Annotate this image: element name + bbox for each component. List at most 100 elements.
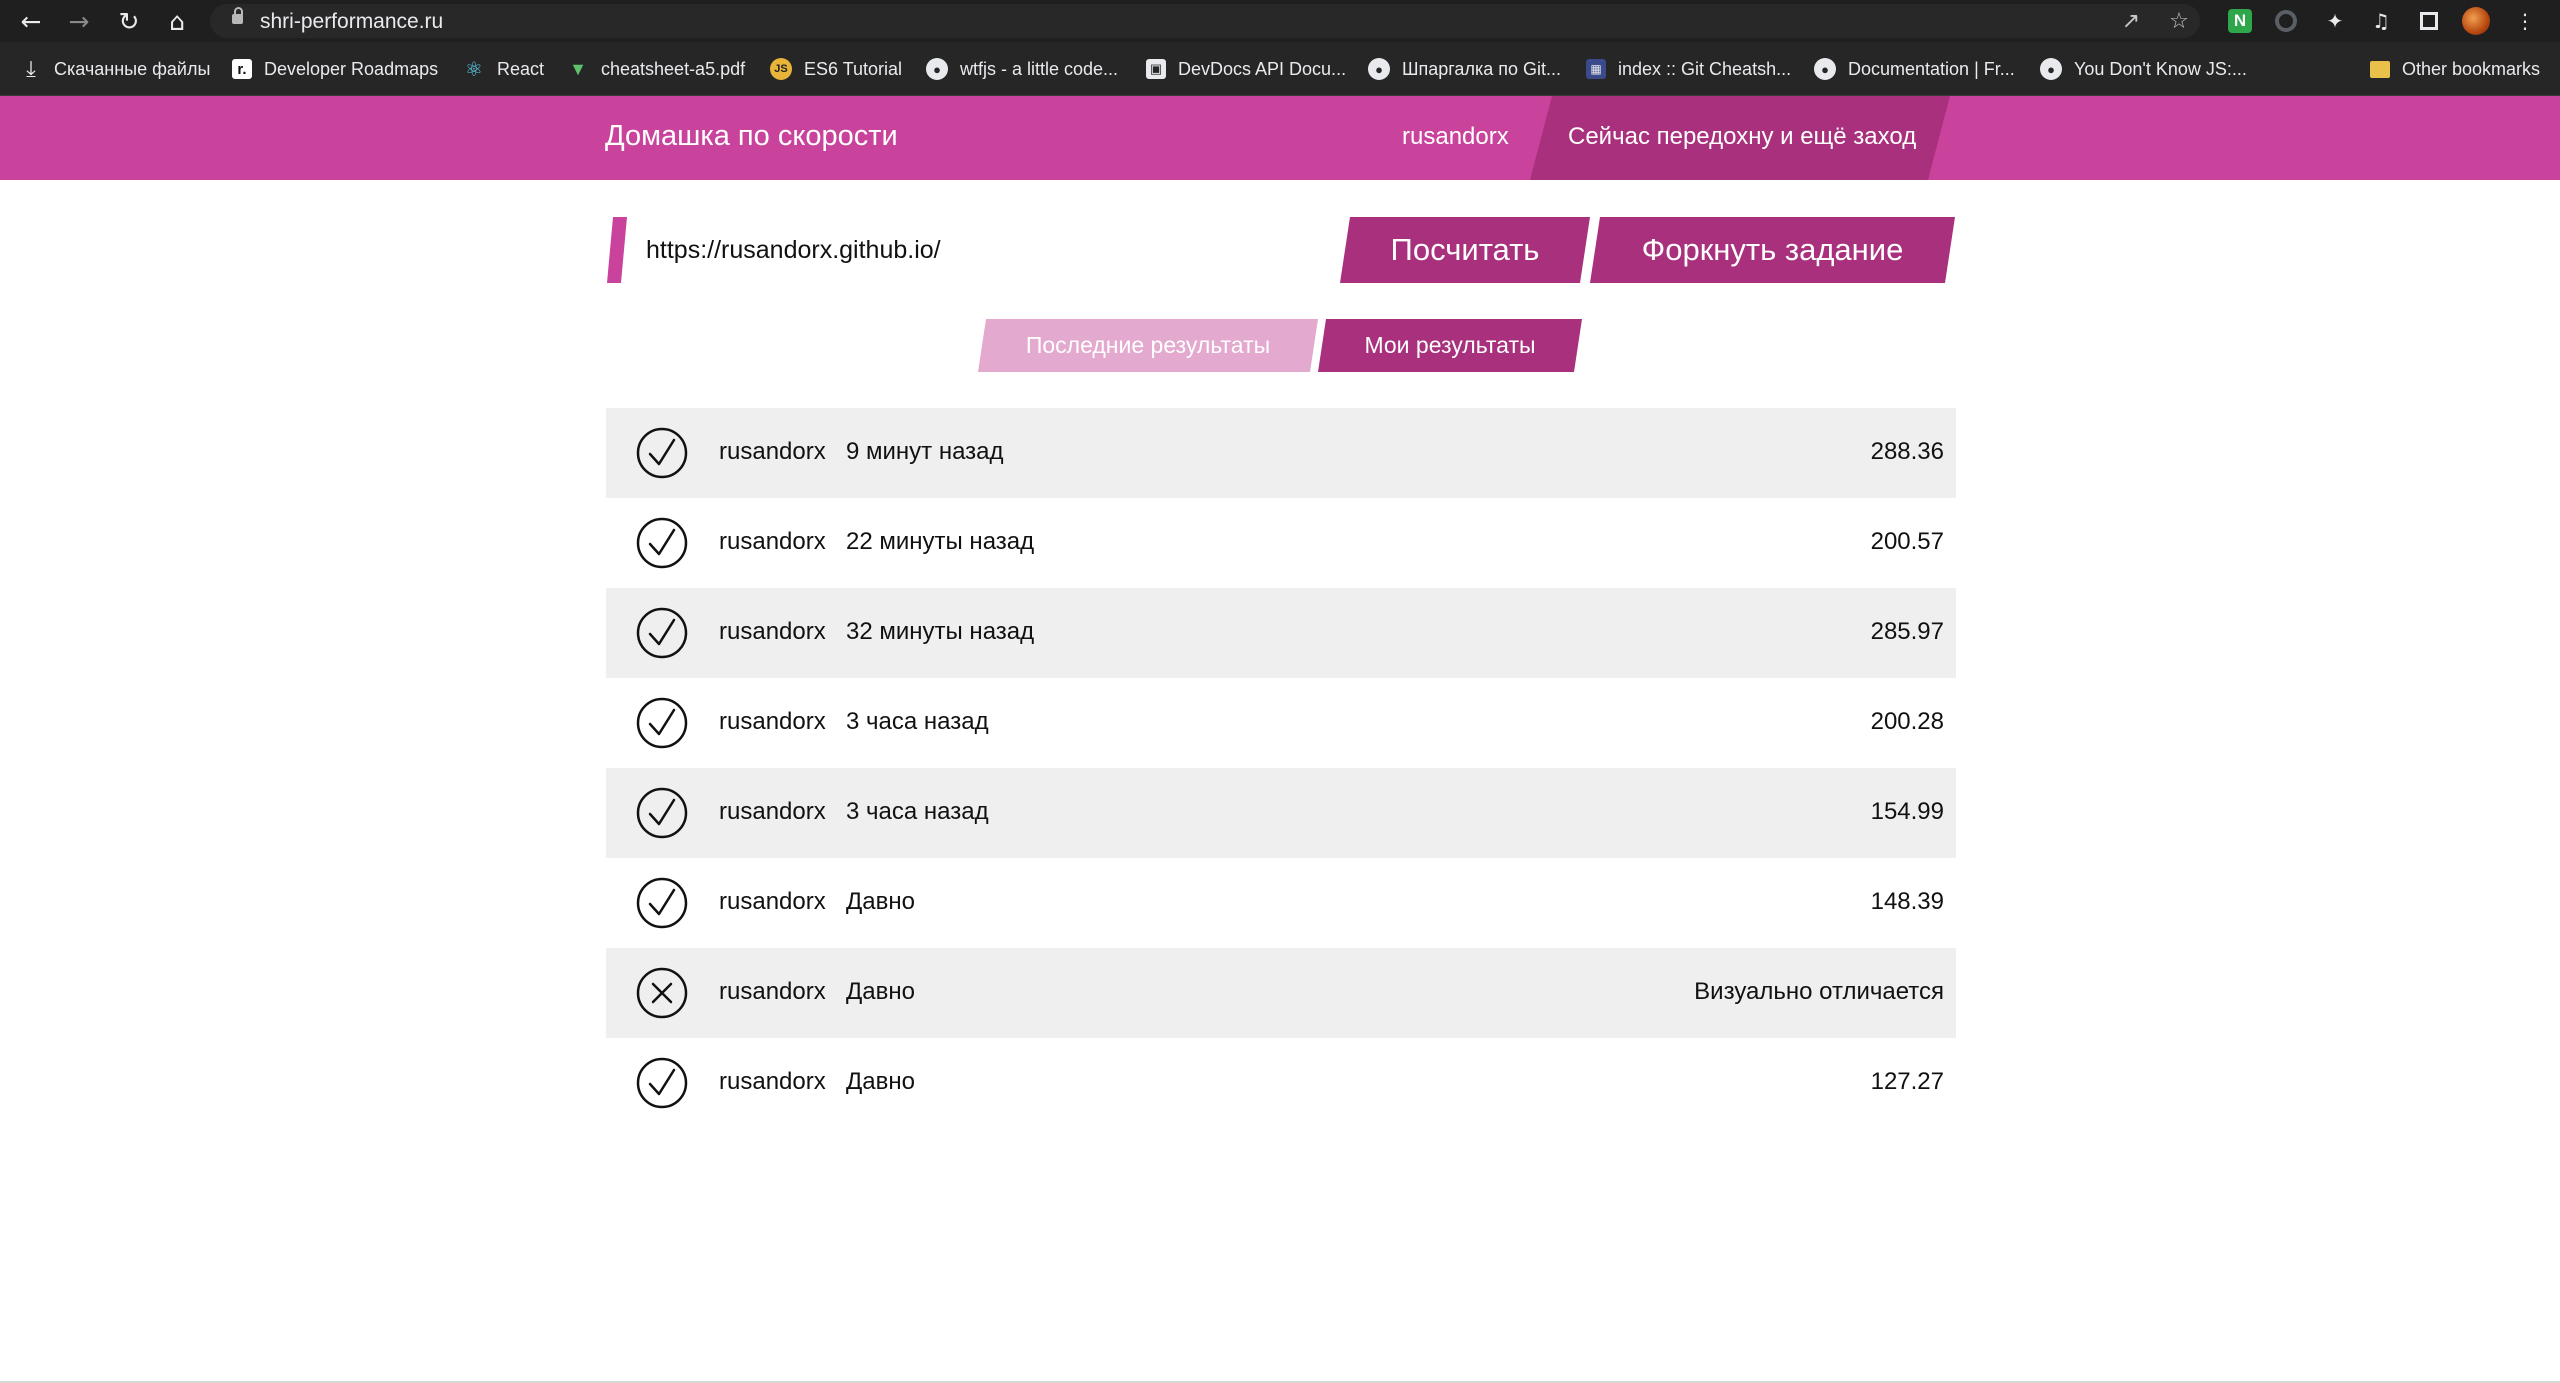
check-circle-icon — [636, 1057, 688, 1109]
result-row: rusandorx 3 часа назад 154.99 — [606, 768, 1956, 858]
globe-icon: ● — [926, 58, 948, 80]
bookmark-label: index :: Git Cheatsh... — [1618, 58, 1792, 79]
share-icon[interactable]: ↗ — [2114, 4, 2148, 38]
result-score: 200.57 — [1870, 528, 1944, 555]
result-user: rusandorx — [719, 1068, 826, 1095]
menu-dots-icon[interactable]: ⋮ — [2510, 6, 2540, 36]
result-row: rusandorx Давно Визуально отличается — [606, 948, 1956, 1038]
result-row: rusandorx 22 минуты назад 200.57 — [606, 498, 1956, 588]
side-panel-icon[interactable] — [2420, 12, 2438, 30]
result-time: Давно — [846, 978, 915, 1005]
repo-url-input[interactable] — [646, 230, 1296, 270]
download-icon: ⤓ — [26, 56, 36, 81]
calculate-button[interactable]: Посчитать — [1340, 217, 1590, 283]
react-icon: ⚛ — [465, 58, 483, 81]
site-title[interactable]: Домашка по скорости — [605, 120, 898, 153]
result-time: 3 часа назад — [846, 798, 989, 825]
bookmark-cheatsheet[interactable]: ▼ cheatsheet-a5.pdf — [567, 42, 745, 96]
folder-icon — [2370, 60, 2390, 78]
media-control-icon[interactable]: ♫ — [2366, 6, 2396, 36]
bookmark-label: Developer Roadmaps — [264, 58, 439, 79]
result-user: rusandorx — [719, 528, 826, 555]
globe-icon: ● — [1368, 58, 1390, 80]
result-score: 148.39 — [1870, 888, 1944, 915]
result-time: 3 часа назад — [846, 708, 989, 735]
result-score: Визуально отличается — [1694, 978, 1944, 1005]
result-time: 32 минуты назад — [846, 618, 1035, 645]
result-user: rusandorx — [719, 438, 826, 465]
back-icon[interactable]: ← — [14, 4, 48, 38]
bookmark-label: React — [497, 58, 545, 79]
devdocs-icon: ▣ — [1146, 59, 1166, 79]
check-circle-icon — [636, 697, 688, 749]
result-user: rusandorx — [719, 798, 826, 825]
result-user: rusandorx — [719, 618, 826, 645]
result-score: 200.28 — [1870, 708, 1944, 735]
extensions-puzzle-icon[interactable]: ✦ — [2320, 6, 2350, 36]
bookmark-es6-tutorial[interactable]: JS ES6 Tutorial — [770, 42, 902, 96]
check-circle-icon — [636, 877, 688, 929]
bookmark-ydkjs[interactable]: ● You Don't Know JS:... — [2040, 42, 2247, 96]
result-time: 9 минут назад — [846, 438, 1004, 465]
address-bar[interactable]: shri-performance.ru ↗ ☆ — [210, 4, 2200, 38]
result-row: rusandorx Давно 127.27 — [606, 1038, 1956, 1128]
result-user: rusandorx — [719, 978, 826, 1005]
browser-toolbar: ← → ↻ ⌂ shri-performance.ru ↗ ☆ N ✦ ♫ ⋮ — [0, 0, 2560, 42]
other-bookmarks[interactable]: Other bookmarks — [2370, 42, 2540, 96]
bookmark-developer-roadmaps[interactable]: r. Developer Roadmaps — [232, 42, 438, 96]
result-time: 22 минуты назад — [846, 528, 1035, 555]
bookmarks-bar: ⤓ Скачанные файлы r. Developer Roadmaps … — [0, 42, 2560, 96]
bookmark-react[interactable]: ⚛ React — [463, 42, 544, 96]
result-user: rusandorx — [719, 888, 826, 915]
check-circle-icon — [636, 427, 688, 479]
result-row: rusandorx 32 минуты назад 285.97 — [606, 588, 1956, 678]
bookmark-label: cheatsheet-a5.pdf — [601, 58, 746, 79]
bookmark-label: DevDocs API Docu... — [1178, 58, 1347, 79]
bookmark-label: You Don't Know JS:... — [2074, 58, 2247, 79]
header-username[interactable]: rusandorx — [1402, 123, 1509, 151]
js-icon: JS — [770, 58, 792, 80]
reload-icon[interactable]: ↻ — [112, 4, 146, 38]
bookmark-wtfjs[interactable]: ● wtfjs - a little code... — [926, 42, 1118, 96]
roadmap-icon: r. — [232, 59, 252, 79]
extension-circle-icon[interactable] — [2275, 10, 2297, 32]
tab-recent-results[interactable]: Последние результаты — [978, 319, 1318, 372]
bookmark-label: Шпаргалка по Git... — [1402, 58, 1561, 79]
bookmark-label: ES6 Tutorial — [804, 58, 903, 79]
pause-button-label[interactable]: Сейчас передохну и ещё заход — [1568, 123, 1916, 151]
page-icon: ▦ — [1586, 59, 1606, 79]
result-time: Давно — [846, 888, 915, 915]
bookmark-label: wtfjs - a little code... — [960, 58, 1119, 79]
bookmark-git-cheatsheet[interactable]: ▦ index :: Git Cheatsh... — [1586, 42, 1791, 96]
profile-avatar[interactable] — [2462, 7, 2490, 35]
bookmark-downloads[interactable]: ⤓ Скачанные файлы — [20, 42, 210, 96]
address-url[interactable]: shri-performance.ru — [260, 10, 443, 34]
forward-icon[interactable]: → — [62, 4, 96, 38]
bookmark-documentation[interactable]: ● Documentation | Fr... — [1814, 42, 2015, 96]
bookmark-devdocs[interactable]: ▣ DevDocs API Docu... — [1146, 42, 1346, 96]
bookmark-label: Documentation | Fr... — [1848, 58, 2015, 79]
result-time: Давно — [846, 1068, 915, 1095]
bookmark-git-cheatsheet-ru[interactable]: ● Шпаргалка по Git... — [1368, 42, 1561, 96]
check-circle-icon — [636, 517, 688, 569]
bookmark-label: Скачанные файлы — [54, 58, 211, 79]
check-circle-icon — [636, 787, 688, 839]
tab-my-results[interactable]: Мои результаты — [1318, 319, 1582, 372]
vue-icon: ▼ — [569, 58, 587, 79]
result-score: 285.97 — [1870, 618, 1944, 645]
results-list: rusandorx 9 минут назад 288.36 rusandorx 22 … — [606, 408, 1956, 1128]
result-row: rusandorx Давно 148.39 — [606, 858, 1956, 948]
check-circle-icon — [636, 607, 688, 659]
fork-task-button[interactable]: Форкнуть задание — [1590, 217, 1955, 283]
globe-icon: ● — [2040, 58, 2062, 80]
home-icon[interactable]: ⌂ — [160, 4, 194, 38]
result-row: rusandorx 9 минут назад 288.36 — [606, 408, 1956, 498]
lock-icon — [232, 7, 243, 24]
globe-icon: ● — [1814, 58, 1836, 80]
result-score: 288.36 — [1870, 438, 1944, 465]
star-icon[interactable]: ☆ — [2162, 4, 2196, 38]
result-score: 127.27 — [1870, 1068, 1944, 1095]
url-input-accent — [607, 217, 627, 283]
extension-n-icon[interactable]: N — [2228, 9, 2252, 33]
result-row: rusandorx 3 часа назад 200.28 — [606, 678, 1956, 768]
